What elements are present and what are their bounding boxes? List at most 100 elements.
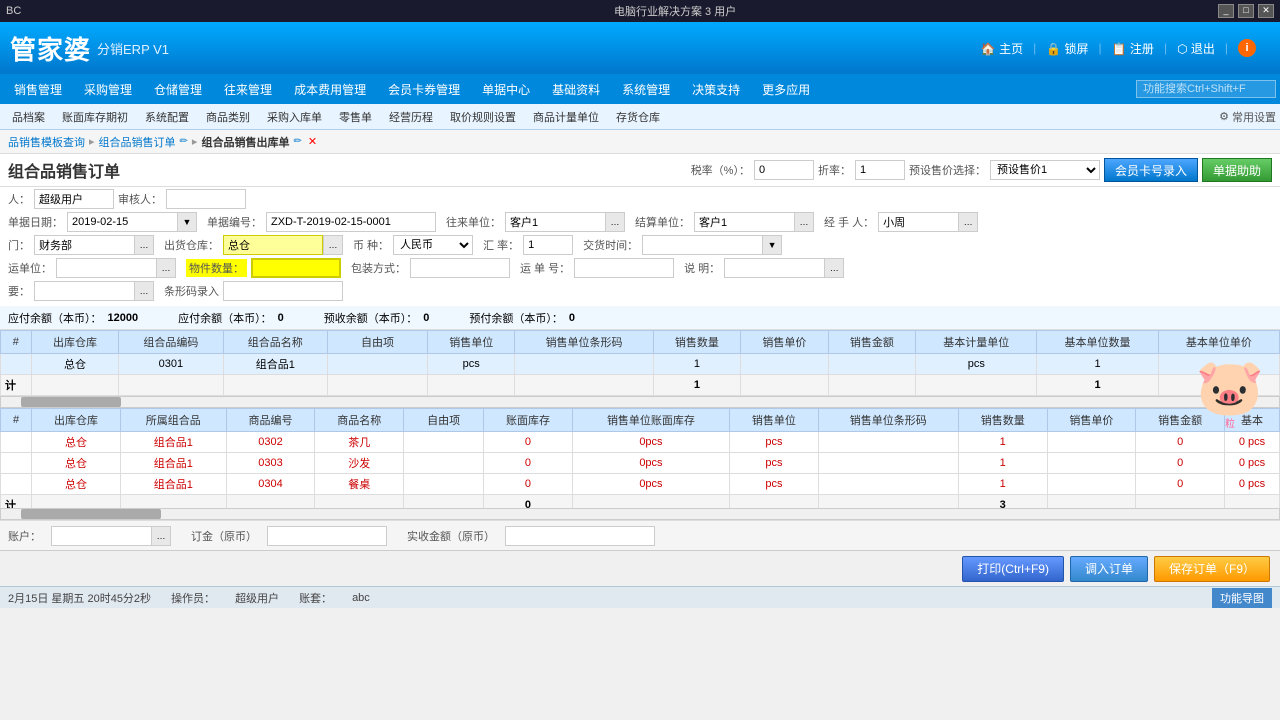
to-unit-input[interactable] <box>505 212 605 232</box>
print-button[interactable]: 打印(Ctrl+F9) <box>962 556 1064 582</box>
sub-row-2[interactable]: 总仓 组合品1 0303 沙发 0 0pcs pcs 1 0 0 pcs <box>1 453 1280 474</box>
import-button[interactable]: 调入订单 <box>1070 556 1148 582</box>
settle-unit-input[interactable] <box>694 212 794 232</box>
sub-col-qty: 销售数量 <box>958 409 1047 432</box>
require-input[interactable] <box>34 281 134 301</box>
time-btn[interactable]: ▼ <box>762 235 782 255</box>
handler-input[interactable] <box>878 212 958 232</box>
to-unit-label: 往来单位： <box>446 214 501 230</box>
nav-search-input[interactable] <box>1136 80 1276 98</box>
assist-button[interactable]: 单据助助 <box>1202 158 1272 182</box>
nav-voucher[interactable]: 单据中心 <box>472 78 540 101</box>
subnav-history[interactable]: 经营历程 <box>381 107 441 127</box>
nav-decision[interactable]: 决策支持 <box>682 78 750 101</box>
handler-btn[interactable]: … <box>958 212 978 232</box>
date-input[interactable] <box>67 212 177 232</box>
sub-row-3[interactable]: 总仓 组合品1 0304 餐桌 0 0pcs pcs 1 0 0 pcs <box>1 474 1280 495</box>
discount-input[interactable] <box>855 160 905 180</box>
sub-cell-combo: 组合品1 <box>120 432 226 453</box>
order-no-label: 单据编号： <box>207 214 262 230</box>
pre-receivable-value: 0 <box>423 312 429 324</box>
maximize-button[interactable]: □ <box>1238 4 1254 18</box>
main-scroll-bar[interactable] <box>0 396 1280 408</box>
sub-nav: 品档案 账面库存期初 系统配置 商品类别 采购入库单 零售单 经营历程 取价规则… <box>0 104 1280 130</box>
settle-unit-btn[interactable]: … <box>794 212 814 232</box>
user-input[interactable] <box>34 189 114 209</box>
breadcrumb-template[interactable]: 品销售模板查询 <box>8 134 85 150</box>
time-input[interactable] <box>642 235 762 255</box>
member-card-button[interactable]: 会员卡号录入 <box>1104 158 1198 182</box>
tax-rate-input[interactable] <box>754 160 814 180</box>
save-button[interactable]: 保存订单（F9） <box>1154 556 1270 582</box>
close-button[interactable]: ✕ <box>1258 4 1274 18</box>
currency-select[interactable]: 人民币 <box>393 235 473 255</box>
sub-cell-combo: 组合品1 <box>120 453 226 474</box>
info-link[interactable]: i <box>1238 39 1256 57</box>
subnav-units[interactable]: 商品计量单位 <box>525 107 607 127</box>
require-btn[interactable]: … <box>134 281 154 301</box>
breadcrumb-sales-order[interactable]: 组合品销售订单 <box>99 134 176 150</box>
nav-more[interactable]: 更多应用 <box>752 78 820 101</box>
sub-total-price <box>1047 495 1136 509</box>
nav-member[interactable]: 会员卡券管理 <box>378 78 470 101</box>
breadcrumb-close-icon[interactable]: ✕ <box>308 135 317 148</box>
nav-system[interactable]: 系统管理 <box>612 78 680 101</box>
exchange-input[interactable] <box>523 235 573 255</box>
sub-total-amount <box>1136 495 1225 509</box>
breadcrumb-active[interactable]: 组合品销售出库单 <box>201 134 289 150</box>
sub-col-name: 商品名称 <box>315 409 404 432</box>
warehouse-btn[interactable]: … <box>323 235 343 255</box>
sub-scroll-thumb[interactable] <box>21 509 161 519</box>
minimize-button[interactable]: _ <box>1218 4 1234 18</box>
nav-transactions[interactable]: 往来管理 <box>214 78 282 101</box>
sub-col-unit: 销售单位 <box>730 409 819 432</box>
order-amount-input[interactable] <box>267 526 387 546</box>
sub-col-barcode: 销售单位条形码 <box>818 409 958 432</box>
func-map-button[interactable]: 功能导图 <box>1212 588 1272 608</box>
parts-count-input[interactable] <box>251 258 341 278</box>
audit-input[interactable] <box>166 189 246 209</box>
shipping-unit-input[interactable] <box>56 258 156 278</box>
packing-input[interactable] <box>410 258 510 278</box>
settings-button[interactable]: ⚙ 常用设置 <box>1219 109 1276 125</box>
subnav-retail[interactable]: 零售单 <box>331 107 380 127</box>
subnav-price-rules[interactable]: 取价规则设置 <box>442 107 524 127</box>
subnav-products[interactable]: 品档案 <box>4 107 53 127</box>
sub-cell-price <box>1047 453 1136 474</box>
nav-warehouse[interactable]: 仓储管理 <box>144 78 212 101</box>
remark-btn[interactable]: … <box>824 258 844 278</box>
nav-purchase[interactable]: 采购管理 <box>74 78 142 101</box>
subnav-purchase-in[interactable]: 采购入库单 <box>259 107 330 127</box>
main-scroll-thumb[interactable] <box>21 397 121 407</box>
logout-link[interactable]: ⬡ 退出 <box>1177 40 1215 57</box>
sub-row-1[interactable]: 总仓 组合品1 0302 茶几 0 0pcs pcs 1 0 0 pcs <box>1 432 1280 453</box>
barcode-input[interactable] <box>223 281 343 301</box>
subnav-stock-init[interactable]: 账面库存期初 <box>54 107 136 127</box>
dept-input[interactable] <box>34 235 134 255</box>
table-row[interactable]: 总仓 0301 组合品1 pcs 1 pcs 1 <box>1 354 1280 375</box>
order-no-input[interactable] <box>266 212 436 232</box>
actual-amount-input[interactable] <box>505 526 655 546</box>
home-link[interactable]: 🏠 主页 <box>981 40 1023 57</box>
col-base-qty: 基本单位数量 <box>1037 331 1158 354</box>
dept-btn[interactable]: … <box>134 235 154 255</box>
subnav-config[interactable]: 系统配置 <box>137 107 197 127</box>
warehouse-input[interactable] <box>223 235 323 255</box>
account-input[interactable] <box>51 526 151 546</box>
subnav-warehouse[interactable]: 存货仓库 <box>608 107 668 127</box>
register-link[interactable]: 📋 注册 <box>1112 40 1154 57</box>
subnav-category[interactable]: 商品类别 <box>198 107 258 127</box>
shipping-no-input[interactable] <box>574 258 674 278</box>
sub-scroll-bar[interactable] <box>0 508 1280 520</box>
price-select[interactable]: 预设售价1 <box>990 160 1100 180</box>
account-btn[interactable]: … <box>151 526 171 546</box>
nav-sales[interactable]: 销售管理 <box>4 78 72 101</box>
shipping-unit-btn[interactable]: … <box>156 258 176 278</box>
to-unit-btn[interactable]: … <box>605 212 625 232</box>
remark-input[interactable] <box>724 258 824 278</box>
handler-label: 经 手 人： <box>824 214 874 230</box>
nav-basic[interactable]: 基础资料 <box>542 78 610 101</box>
date-dropdown-btn[interactable]: ▼ <box>177 212 197 232</box>
nav-cost[interactable]: 成本费用管理 <box>284 78 376 101</box>
lock-link[interactable]: 🔒 锁屏 <box>1046 40 1088 57</box>
